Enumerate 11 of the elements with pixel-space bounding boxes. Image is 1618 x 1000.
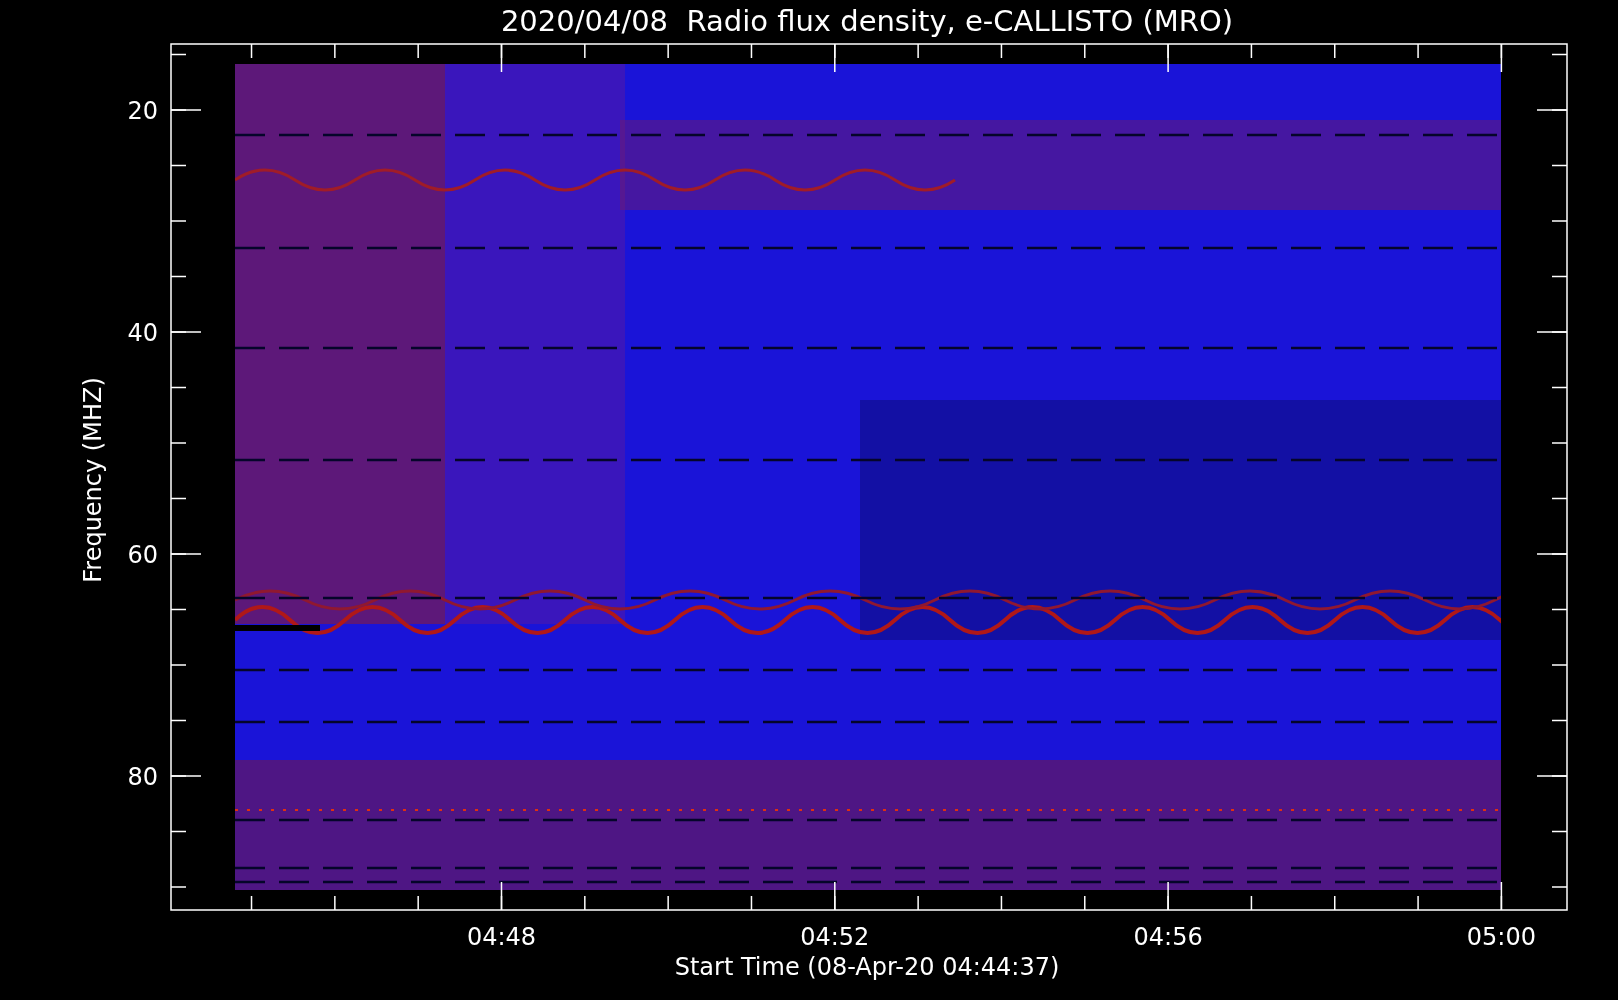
y-tick-label: 40 — [127, 319, 158, 347]
x-tick-label: 04:48 — [466, 923, 537, 951]
y-tick-label: 20 — [127, 97, 158, 125]
x-axis-label: Start Time (08-Apr-20 04:44:37) — [674, 953, 1060, 981]
y-tick-label: 60 — [127, 541, 158, 569]
chart-title: 2020/04/08 Radio flux density, e-CALLISTO (MRO) — [500, 4, 1234, 38]
x-tick-label: 04:52 — [800, 923, 870, 951]
y-axis-label: Frequency (MHZ) — [79, 377, 107, 583]
y-tick-label: 80 — [127, 763, 158, 791]
x-tick-label: 05:00 — [1466, 923, 1536, 951]
x-tick-label: 04:56 — [1133, 923, 1203, 951]
